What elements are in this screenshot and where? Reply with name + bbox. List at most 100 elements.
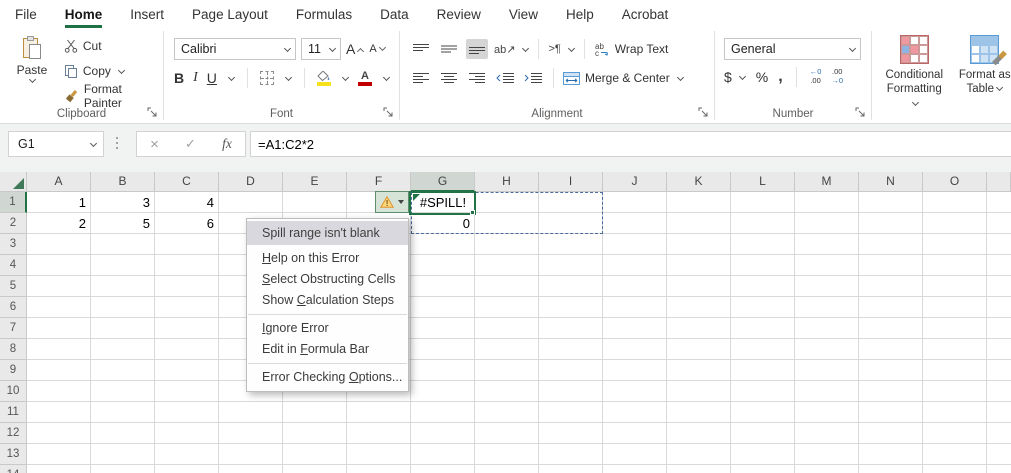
worksheet-grid[interactable]: ABCDEFGHIJKLMNO 1234567891011121314 1342… — [0, 172, 1011, 473]
cell-C2[interactable]: 6 — [155, 213, 219, 234]
align-bottom-icon[interactable] — [466, 39, 488, 59]
cancel-icon[interactable]: × — [150, 136, 159, 153]
row-header-12[interactable]: 12 — [0, 423, 27, 444]
cell-A2[interactable]: 2 — [27, 213, 91, 234]
tab-file[interactable]: File — [15, 0, 37, 28]
row-header-5[interactable]: 5 — [0, 276, 27, 297]
font-color-dropdown-icon[interactable] — [382, 73, 390, 81]
number-format-select[interactable]: General — [724, 38, 861, 60]
borders-dropdown-icon[interactable] — [284, 73, 292, 81]
fill-color-dropdown-icon[interactable] — [341, 73, 349, 81]
font-size-select[interactable]: 11 — [301, 38, 341, 60]
column-header-O[interactable]: O — [923, 172, 987, 192]
copy-dropdown-icon[interactable] — [117, 66, 125, 74]
column-header-L[interactable]: L — [731, 172, 795, 192]
column-header-B[interactable]: B — [91, 172, 155, 192]
menu-item-show-calculation-steps[interactable]: Show Calculation Steps — [247, 290, 408, 311]
column-header-M[interactable]: M — [795, 172, 859, 192]
decrease-font-size-button[interactable]: A — [369, 43, 386, 55]
formula-input[interactable]: =A1:C2*2 — [250, 131, 1011, 157]
menu-item-error-checking-options[interactable]: Error Checking Options... — [247, 367, 408, 388]
insert-function-icon[interactable]: fx — [222, 136, 232, 152]
column-header-E[interactable]: E — [283, 172, 347, 192]
row-header-3[interactable]: 3 — [0, 234, 27, 255]
column-header-F[interactable]: F — [347, 172, 411, 192]
menu-item-select-obstructing-cells[interactable]: Select Obstructing Cells — [247, 269, 408, 290]
format-painter-button[interactable]: Format Painter — [64, 82, 163, 110]
underline-dropdown-icon[interactable] — [227, 73, 235, 81]
row-header-8[interactable]: 8 — [0, 339, 27, 360]
increase-decimal-button[interactable]: ←0 .00 — [810, 68, 822, 85]
cell-B2[interactable]: 5 — [91, 213, 155, 234]
row-header-4[interactable]: 4 — [0, 255, 27, 276]
error-options-button[interactable]: ! — [375, 191, 409, 213]
row-header-6[interactable]: 6 — [0, 297, 27, 318]
row-header-11[interactable]: 11 — [0, 402, 27, 423]
column-header-I[interactable]: I — [539, 172, 603, 192]
row-header-13[interactable]: 13 — [0, 444, 27, 465]
paste-dropdown-icon[interactable] — [29, 75, 37, 84]
font-color-icon[interactable]: A — [357, 70, 372, 86]
underline-button[interactable]: U — [207, 70, 217, 86]
percent-style-button[interactable]: % — [756, 69, 768, 85]
font-dialog-launcher-icon[interactable] — [383, 107, 395, 119]
row-header-2[interactable]: 2 — [0, 213, 27, 234]
tab-home[interactable]: Home — [65, 0, 103, 28]
row-header-9[interactable]: 9 — [0, 360, 27, 381]
tab-acrobat[interactable]: Acrobat — [622, 0, 669, 28]
column-header-G[interactable]: G — [411, 172, 475, 192]
cut-button[interactable]: Cut — [64, 37, 163, 55]
merge-center-button[interactable]: Merge & Center — [563, 71, 684, 85]
bold-button[interactable]: B — [174, 70, 184, 86]
tab-help[interactable]: Help — [566, 0, 594, 28]
name-box[interactable]: G1 — [8, 131, 104, 157]
align-right-icon[interactable] — [466, 68, 488, 88]
number-dialog-launcher-icon[interactable] — [855, 107, 867, 119]
align-left-icon[interactable] — [410, 68, 432, 88]
tab-data[interactable]: Data — [380, 0, 409, 28]
tab-page-layout[interactable]: Page Layout — [192, 0, 268, 28]
tab-view[interactable]: View — [509, 0, 538, 28]
name-box-dropdown-icon[interactable] — [89, 139, 98, 147]
alignment-dialog-launcher-icon[interactable] — [698, 107, 710, 119]
conditional-formatting-button[interactable]: Conditional Formatting — [884, 35, 945, 123]
accounting-format-button[interactable]: $ — [724, 69, 746, 85]
copy-button[interactable]: Copy — [64, 62, 163, 80]
row-header-7[interactable]: 7 — [0, 318, 27, 339]
orientation-button[interactable]: ab↗ — [494, 43, 530, 56]
tab-formulas[interactable]: Formulas — [296, 0, 352, 28]
wrap-text-button[interactable]: ab c Wrap Text — [594, 42, 669, 57]
column-header-K[interactable]: K — [667, 172, 731, 192]
menu-item-help-on-this-error[interactable]: Help on this Error — [247, 248, 408, 269]
row-header-1[interactable]: 1 — [0, 192, 27, 213]
font-name-select[interactable]: Calibri — [174, 38, 296, 60]
column-header-C[interactable]: C — [155, 172, 219, 192]
italic-button[interactable]: I — [193, 70, 198, 86]
row-header-10[interactable]: 10 — [0, 381, 27, 402]
formula-bar-grip[interactable] — [116, 137, 118, 149]
decrease-decimal-button[interactable]: .00 →0 — [831, 68, 843, 85]
tab-insert[interactable]: Insert — [130, 0, 164, 28]
increase-font-size-button[interactable]: A — [346, 41, 365, 57]
text-direction-button[interactable]: >¶ — [548, 43, 575, 55]
column-header-H[interactable]: H — [475, 172, 539, 192]
menu-item-ignore-error[interactable]: Ignore Error — [247, 318, 408, 339]
cell-A1[interactable]: 1 — [27, 192, 91, 213]
comma-style-button[interactable]: , — [778, 68, 782, 86]
cell-B1[interactable]: 3 — [91, 192, 155, 213]
row-header-14[interactable]: 14 — [0, 465, 27, 473]
borders-icon[interactable] — [259, 71, 274, 85]
column-header-partial[interactable] — [987, 172, 1011, 192]
decrease-indent-icon[interactable] — [494, 68, 516, 88]
cell-C1[interactable]: 4 — [155, 192, 219, 213]
tab-review[interactable]: Review — [437, 0, 481, 28]
format-as-table-button[interactable]: Format as Table — [955, 35, 1011, 123]
column-header-D[interactable]: D — [219, 172, 283, 192]
align-middle-icon[interactable] — [438, 39, 460, 59]
align-center-icon[interactable] — [438, 68, 460, 88]
select-all-button[interactable] — [0, 172, 27, 192]
menu-item-edit-in-formula-bar[interactable]: Edit in Formula Bar — [247, 339, 408, 360]
clipboard-dialog-launcher-icon[interactable] — [147, 107, 159, 119]
column-header-A[interactable]: A — [27, 172, 91, 192]
column-header-J[interactable]: J — [603, 172, 667, 192]
